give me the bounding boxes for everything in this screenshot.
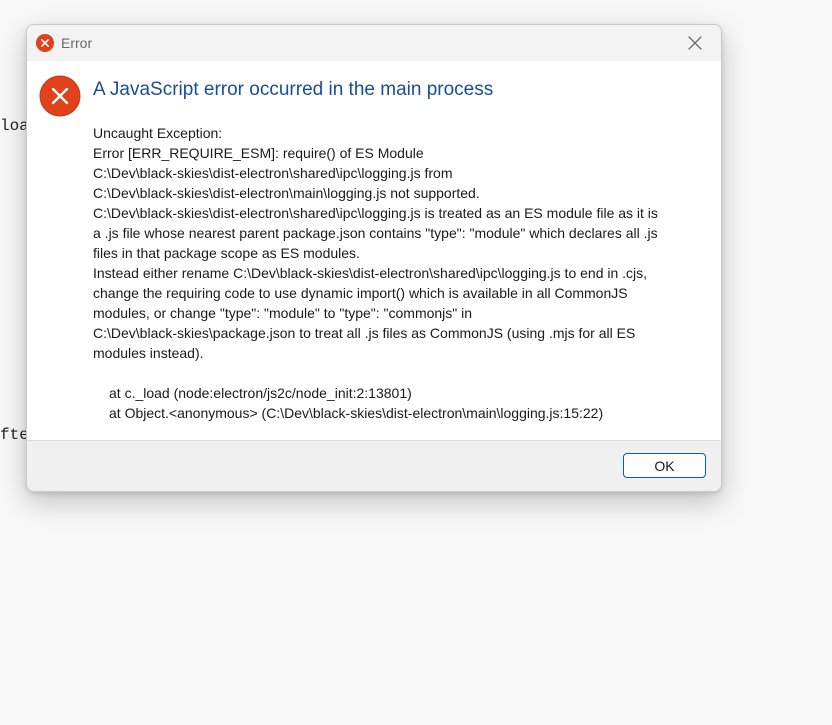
- message-line: files in that package scope as ES module…: [93, 245, 360, 261]
- close-button[interactable]: [675, 27, 715, 59]
- message-line: change the requiring code to use dynamic…: [93, 285, 628, 301]
- dialog-title: Error: [61, 35, 93, 51]
- message-line: modules instead).: [93, 345, 204, 361]
- dialog-body: A JavaScript error occurred in the main …: [27, 61, 721, 439]
- message-line: Instead either rename C:\Dev\black-skies…: [93, 265, 648, 281]
- message-line: C:\Dev\black-skies\package.json to treat…: [93, 325, 636, 341]
- error-heading: A JavaScript error occurred in the main …: [93, 79, 494, 100]
- error-icon: [36, 34, 54, 52]
- dialog-titlebar[interactable]: Error: [27, 25, 721, 61]
- stack-trace-line: at c._load (node:electron/js2c/node_init…: [109, 385, 412, 401]
- message-line: C:\Dev\black-skies\dist-electron\shared\…: [93, 205, 658, 221]
- message-line: modules, or change "type": "module" to "…: [93, 305, 473, 321]
- error-icon: [39, 75, 81, 117]
- error-dialog: Error A JavaScript error occurred in the…: [26, 24, 722, 492]
- error-message: Uncaught Exception: Error [ERR_REQUIRE_E…: [93, 123, 708, 423]
- message-line: Error [ERR_REQUIRE_ESM]: require() of ES…: [93, 145, 424, 161]
- message-line: Uncaught Exception:: [93, 125, 223, 141]
- message-line: C:\Dev\black-skies\dist-electron\shared\…: [93, 165, 453, 181]
- stack-trace-line: at Object.<anonymous> (C:\Dev\black-skie…: [109, 405, 604, 421]
- background-code-fragment: fte: [0, 426, 29, 444]
- message-line: C:\Dev\black-skies\dist-electron\main\lo…: [93, 185, 480, 201]
- message-line: a .js file whose nearest parent package.…: [93, 225, 658, 241]
- dialog-footer: OK: [27, 440, 721, 491]
- close-icon: [688, 36, 702, 50]
- background-code-fragment: loa: [0, 117, 29, 135]
- ok-button[interactable]: OK: [623, 453, 706, 478]
